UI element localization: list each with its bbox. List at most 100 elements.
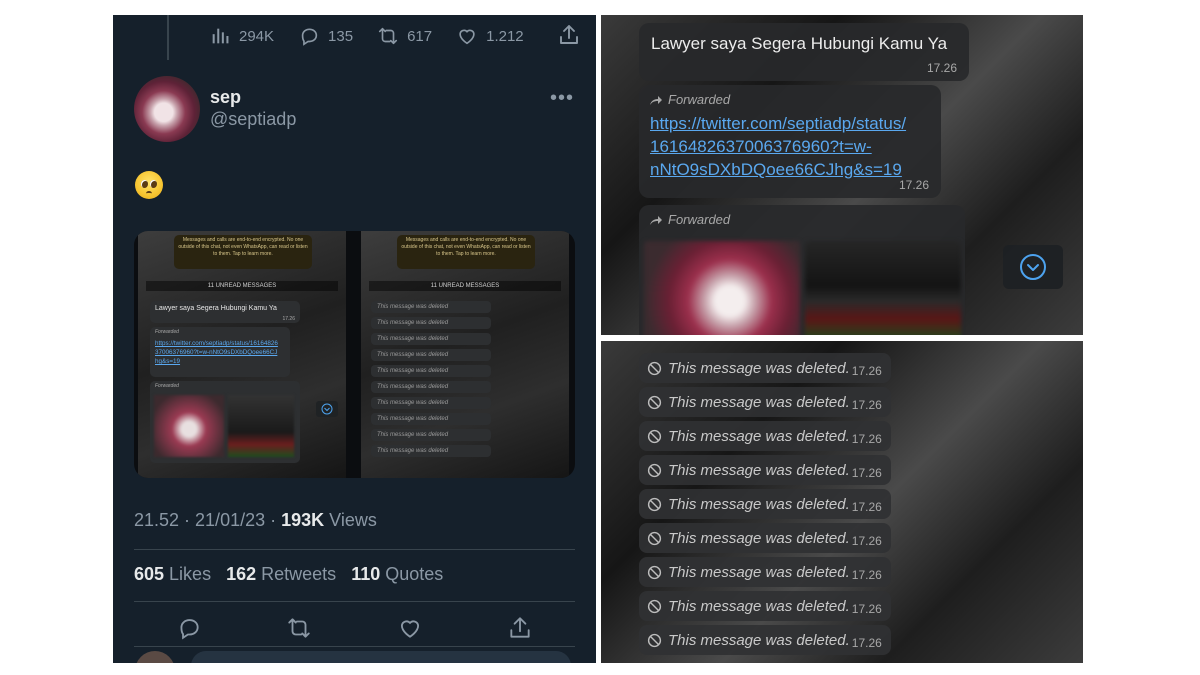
- author-handle[interactable]: @septiadp: [210, 109, 296, 130]
- message-text: Lawyer saya Segera Hubungi Kamu Ya: [651, 34, 948, 53]
- deleted-text: This message was deleted.: [668, 495, 850, 513]
- media-screenshot-2[interactable]: Messages and calls are end-to-end encryp…: [361, 231, 569, 478]
- blocked-icon: [647, 599, 662, 613]
- whatsapp-zoom-bottom: This message was deleted. 17.26 This mess…: [601, 341, 1083, 663]
- thumb-deleted-6: This message was deleted: [371, 381, 491, 393]
- retweets-stat[interactable]: 617: [377, 25, 432, 47]
- retweets-label: Retweets: [256, 564, 337, 584]
- blocked-icon: [647, 565, 662, 579]
- tweet-link[interactable]: https://twitter.com/septiadp/status/ 161…: [650, 112, 906, 181]
- previous-tweet-stats: 294K 135 617 1.212: [209, 20, 585, 52]
- deleted-time: 17.26: [851, 500, 882, 514]
- forward-arrow-icon: [650, 215, 662, 225]
- thumb-scroll-down-button[interactable]: [316, 401, 338, 417]
- blocked-icon: [647, 395, 662, 409]
- tweet-views-label: Views: [324, 510, 377, 530]
- heart-icon[interactable]: [397, 615, 423, 641]
- blocked-icon: [647, 429, 662, 443]
- reply-icon: [301, 28, 318, 46]
- blurred-photo-1[interactable]: [644, 241, 800, 335]
- likes-link[interactable]: 605 Likes: [134, 564, 211, 584]
- forwarded-label-2: Forwarded: [668, 212, 731, 227]
- thumb-media-bubble: Forwarded: [150, 381, 300, 463]
- tweet-timestamp[interactable]: 21.52 · 21/01/23 ·: [134, 510, 281, 530]
- share-icon[interactable]: [557, 20, 581, 50]
- media-screenshot-1[interactable]: Messages and calls are end-to-end encryp…: [138, 231, 346, 478]
- author-name[interactable]: sep: [210, 87, 241, 108]
- unread-banner-2: 11 UNREAD MESSAGES: [369, 281, 561, 291]
- deleted-time: 17.26: [851, 636, 882, 650]
- heart-icon: [459, 29, 475, 45]
- deleted-message[interactable]: This message was deleted. 17.26: [639, 523, 891, 553]
- lawyer-message-bubble[interactable]: Lawyer saya Segera Hubungi Kamu Ya 17.26: [639, 23, 969, 81]
- quotes-link[interactable]: 110 Quotes: [351, 564, 443, 584]
- deleted-message[interactable]: This message was deleted. 17.26: [639, 591, 891, 621]
- divider: [134, 601, 575, 602]
- scroll-to-bottom-button[interactable]: [1003, 245, 1063, 289]
- forwarded-label-row: Forwarded: [649, 92, 730, 107]
- likes-stat[interactable]: 1.212: [456, 25, 524, 47]
- link-line-1: https://twitter.com/septiadp/status/: [650, 114, 907, 133]
- deleted-text: This message was deleted.: [668, 461, 850, 479]
- reply-icon[interactable]: [176, 615, 202, 641]
- blocked-icon: [647, 361, 662, 375]
- tweet-actions: [134, 615, 575, 643]
- avatar[interactable]: [134, 76, 200, 142]
- forwarded-label-row-2: Forwarded: [649, 212, 730, 227]
- encryption-notice-2: Messages and calls are end-to-end encryp…: [397, 235, 535, 269]
- reply-input[interactable]: [191, 651, 571, 663]
- deleted-text: This message was deleted.: [668, 393, 850, 411]
- share-icon[interactable]: [507, 615, 533, 641]
- thumb-lawyer-bubble: Lawyer saya Segera Hubungi Kamu Ya 17.26: [150, 301, 300, 323]
- thumb-deleted-1: This message was deleted: [371, 301, 491, 313]
- deleted-time: 17.26: [851, 364, 882, 378]
- blocked-icon: [647, 633, 662, 647]
- deleted-message[interactable]: This message was deleted. 17.26: [639, 625, 891, 655]
- more-options-icon[interactable]: •••: [550, 87, 574, 110]
- chevron-down-icon: [1020, 254, 1046, 280]
- deleted-time: 17.26: [851, 534, 882, 548]
- whatsapp-zoom-top: Lawyer saya Segera Hubungi Kamu Ya 17.26…: [601, 15, 1083, 335]
- link-line-3: nNtO9sDXbDQoee66CJhg&s=19: [650, 160, 902, 179]
- deleted-message[interactable]: This message was deleted. 17.26: [639, 455, 891, 485]
- deleted-message[interactable]: This message was deleted. 17.26: [639, 387, 891, 417]
- thumb-deleted-4: This message was deleted: [371, 349, 491, 361]
- deleted-message[interactable]: This message was deleted. 17.26: [639, 489, 891, 519]
- quotes-label: Quotes: [380, 564, 444, 584]
- deleted-message[interactable]: This message was deleted. 17.26: [639, 557, 891, 587]
- tweet-media[interactable]: Messages and calls are end-to-end encryp…: [134, 231, 575, 478]
- deleted-message[interactable]: This message was deleted. 17.26: [639, 421, 891, 451]
- deleted-text: This message was deleted.: [668, 563, 850, 581]
- divider: [134, 549, 575, 550]
- deleted-text: This message was deleted.: [668, 597, 850, 615]
- thumb-lawyer-time: 17.26: [282, 316, 295, 322]
- thumb-link-bubble: Forwarded https://twitter.com/septiadp/s…: [150, 327, 290, 377]
- replies-count: 135: [328, 27, 354, 45]
- views-count: 294K: [239, 27, 275, 45]
- blurred-photo-2[interactable]: [805, 241, 961, 335]
- retweet-icon[interactable]: [286, 615, 312, 641]
- encryption-notice: Messages and calls are end-to-end encryp…: [174, 235, 312, 269]
- deleted-message[interactable]: This message was deleted. 17.26: [639, 353, 891, 383]
- chevron-down-icon: [321, 403, 333, 415]
- unread-banner: 11 UNREAD MESSAGES: [146, 281, 338, 291]
- thumb-deleted-7: This message was deleted: [371, 397, 491, 409]
- link-line-2: 1616482637006376960?t=w-: [650, 137, 872, 156]
- forwarded-link-bubble[interactable]: Forwarded https://twitter.com/septiadp/s…: [639, 85, 941, 198]
- retweets-link[interactable]: 162 Retweets: [226, 564, 336, 584]
- thumb-image-1: [154, 395, 224, 457]
- forward-arrow-icon: [650, 95, 662, 105]
- tweet-meta: 21.52 · 21/01/23 · 193K Views: [134, 510, 377, 531]
- views-stat[interactable]: 294K: [209, 25, 274, 47]
- deleted-time: 17.26: [851, 568, 882, 582]
- blocked-icon: [647, 497, 662, 511]
- divider: [134, 646, 575, 647]
- deleted-time: 17.26: [851, 602, 882, 616]
- forwarded-media-bubble[interactable]: Forwarded: [639, 205, 965, 335]
- thumb-image-2: [228, 395, 294, 457]
- thumb-deleted-5: This message was deleted: [371, 365, 491, 377]
- thumb-deleted-2: This message was deleted: [371, 317, 491, 329]
- thumb-link[interactable]: https://twitter.com/septiadp/status/1616…: [155, 339, 280, 366]
- replies-stat[interactable]: 135: [298, 25, 353, 47]
- likes-count: 1.212: [486, 27, 524, 45]
